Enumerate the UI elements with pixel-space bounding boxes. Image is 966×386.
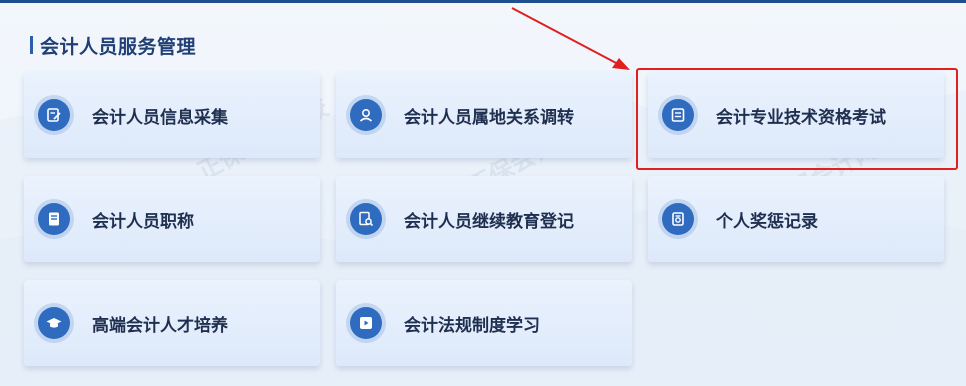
section-title-bar <box>30 36 33 54</box>
card-continuing-education[interactable]: 会计人员继续教育登记 <box>336 176 632 262</box>
reward-record-icon <box>662 203 694 235</box>
card-talent-training[interactable]: 高端会计人才培养 <box>24 280 320 366</box>
highlight-box <box>636 68 958 170</box>
card-label: 会计人员属地关系调转 <box>404 107 574 128</box>
card-info-collection[interactable]: 会计人员信息采集 <box>24 72 320 158</box>
card-label: 个人奖惩记录 <box>716 211 818 232</box>
card-label: 会计人员继续教育登记 <box>404 211 574 232</box>
card-label: 会计法规制度学习 <box>404 315 540 336</box>
card-location-transfer[interactable]: 会计人员属地关系调转 <box>336 72 632 158</box>
card-label: 高端会计人才培养 <box>92 315 228 336</box>
section-title: 会计人员服务管理 <box>40 35 197 58</box>
card-label: 会计人员信息采集 <box>92 107 228 128</box>
education-search-icon <box>350 203 382 235</box>
card-regulation-study[interactable]: 会计法规制度学习 <box>336 280 632 366</box>
card-reward-record[interactable]: 个人奖惩记录 <box>648 176 944 262</box>
card-professional-title[interactable]: 会计人员职称 <box>24 176 320 262</box>
card-label: 会计人员职称 <box>92 211 194 232</box>
title-document-icon <box>38 203 70 235</box>
video-play-icon <box>350 307 382 339</box>
section-header: 会计人员服务管理 <box>30 34 197 58</box>
person-location-icon <box>350 99 382 131</box>
graduation-cap-icon <box>38 307 70 339</box>
edit-form-icon <box>38 99 70 131</box>
